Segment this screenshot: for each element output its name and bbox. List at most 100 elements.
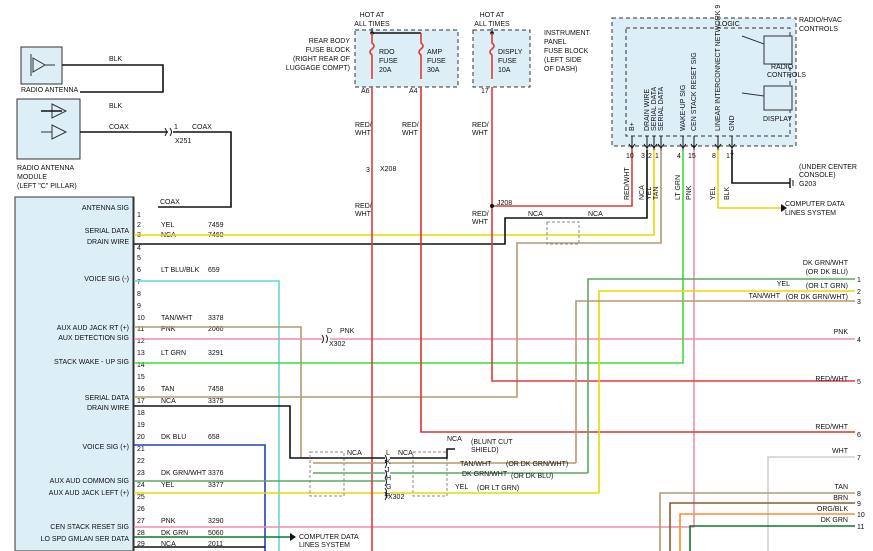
right-pin-number: 11: [857, 524, 864, 531]
x302-or-ltgrn: (OR LT GRN): [477, 485, 519, 492]
rear-title-4: LUGGAGE COMPT): [286, 65, 350, 72]
x302-dkgrnwht: DK GRN/WHT: [462, 471, 508, 478]
x302-yel: YEL: [455, 484, 468, 491]
radio-pin-number: 1: [137, 212, 141, 219]
x302-K: K: [386, 459, 391, 466]
rear-title-1: REAR BODY: [309, 38, 351, 45]
coax-label-2: COAX: [192, 124, 212, 131]
radio-pin-number: 4: [137, 245, 141, 252]
radio-pin-number: 21: [137, 446, 145, 453]
right-4: PNK: [834, 329, 849, 336]
right-connector-pins: 1 2 3 4 5 6 7 8 9 10 11: [857, 277, 865, 531]
hvac-pin-label: SERIAL DATA: [658, 86, 665, 131]
antenna-module-line3: (LEFT "C" PILLAR): [17, 183, 77, 190]
right-6: RED/WHT: [815, 424, 848, 431]
ip-wire-3: RED/: [472, 211, 489, 218]
rdo-wire-3: RED/: [355, 203, 372, 210]
antenna-module-box: [16, 98, 81, 160]
radio-pin-number: 25: [137, 494, 145, 501]
right-2a: YEL: [777, 281, 790, 288]
right-5: RED/WHT: [815, 376, 848, 383]
right-pin-number: 1: [857, 277, 861, 284]
disp-fuse-2: FUSE: [498, 58, 517, 65]
coax-label-1: COAX: [109, 124, 129, 131]
right-9: BRN: [833, 495, 848, 502]
ip-title-4: (LEFT SIDE: [544, 57, 582, 64]
x302-L: L: [386, 450, 390, 457]
radio-pin-color: LT BLU/BLK: [161, 267, 200, 274]
right-pin-number: 8: [857, 491, 861, 498]
radio-pin-circuit: 3378: [208, 315, 224, 322]
radio-pin-number: 26: [137, 506, 145, 513]
hvac-pin-number: 8: [712, 153, 716, 160]
right-3a: TAN/WHT: [749, 293, 781, 300]
ip-title-3: FUSE BLOCK: [544, 48, 589, 55]
hvac-pin-color: LT GRN: [675, 175, 682, 200]
rear-title-3: (RIGHT REAR OF: [293, 56, 350, 63]
amp-fuse-3: 30A: [427, 67, 440, 74]
pin-label-aux-left: AUX AUD JACK LEFT (+): [49, 490, 129, 497]
x302-d: D: [327, 328, 332, 335]
x302-nca-3: NCA: [447, 436, 462, 443]
ip-wire-4: WHT: [472, 219, 489, 226]
radio-pin-number: 22: [137, 458, 145, 465]
rdo-fuse-1: RDO: [379, 49, 395, 56]
hvac-pin-number: 4: [677, 153, 681, 160]
antenna-sig-label: ANTENNA SIG: [82, 205, 129, 212]
radio-pin-number: 16: [137, 386, 145, 393]
rear-hot-2: ALL TIMES: [354, 21, 390, 28]
pin-label-aux-detect: AUX DETECTION SIG: [58, 335, 129, 342]
pin-label-aux-right: AUX AUD JACK RT (+): [57, 325, 129, 332]
hvac-pin-label: LINEAR INTERCONNECT NETWORK 9: [715, 5, 722, 131]
hvac-pin-color: YEL: [710, 187, 717, 200]
hvac-pin-number: 2: [648, 153, 652, 160]
radio-pin-color: PNK: [161, 518, 176, 525]
radio-controls-box: [763, 35, 793, 65]
pin-label-voice-sig-plus: VOICE SIG (+): [83, 444, 129, 451]
hvac-pin-color: PNK: [686, 185, 693, 200]
antenna-module-line2: MODULE: [17, 174, 47, 181]
radio-pin-number: 17: [137, 398, 145, 405]
blunt-cut-2: SHIELD): [471, 447, 499, 454]
ip-title-2: PANEL: [544, 39, 567, 46]
radio-pin-color: NCA: [161, 398, 176, 405]
radio-pin-color: LT GRN: [161, 350, 186, 357]
pin-label-voice-sig-minus: VOICE SIG (-): [84, 276, 129, 283]
pin-label-cen-stack: CEN STACK RESET SIG: [50, 524, 129, 531]
nca-shield-1: NCA: [528, 211, 543, 218]
right-2b: (OR LT GRN): [806, 283, 848, 290]
rdo-wire-4: WHT: [355, 211, 372, 218]
x302-J: J: [386, 467, 390, 474]
radio-computer-data-2: LINES SYSTEM: [299, 542, 350, 549]
hvac-pin-color: BLK: [724, 186, 731, 200]
hvac-pin-number: 3: [641, 153, 645, 160]
display-box: [763, 85, 793, 111]
ground-1: (UNDER CENTER: [799, 164, 857, 171]
hvac-pin-color: RED/WHT: [624, 167, 631, 200]
radio-antenna-label: RADIO ANTENNA: [21, 87, 79, 94]
pin-label-drain-wire-1: DRAIN WIRE: [87, 239, 129, 246]
radio-pin-circuit: 3377: [208, 482, 224, 489]
display-label: DISPLAY: [763, 116, 792, 123]
radio-pin-circuit: 659: [208, 267, 220, 274]
pin-label-stack-wake: STACK WAKE - UP SIG: [54, 359, 129, 366]
rear-hot-1: HOT AT: [360, 12, 385, 19]
radio-pin-number: 6: [137, 267, 141, 274]
radio-pin-number: 15: [137, 374, 145, 381]
pin-a6: A6: [361, 88, 370, 95]
hvac-pin-number: 1: [655, 153, 659, 160]
radio-pin-color: TAN/WHT: [161, 315, 193, 322]
hvac-pin-label: DRAIN WIRE: [644, 89, 651, 131]
wire-blk-2: BLK: [109, 103, 123, 110]
radio-pin-number: 23: [137, 470, 145, 477]
ip-title-1: INSTRUMENT: [544, 30, 591, 37]
radio-pin-number: 27: [137, 518, 145, 525]
hvac-pin-label: CEN STACK RESET SIG: [691, 52, 698, 131]
x208-label: X208: [380, 166, 396, 173]
ip-hot-1: HOT AT: [480, 12, 505, 19]
x302-tanwht: TAN/WHT: [460, 461, 492, 468]
radio-pin-number: 8: [137, 291, 141, 298]
radio-pin-circuit: 7458: [208, 386, 224, 393]
x302-nca-1: NCA: [347, 450, 362, 457]
radio-pin-number: 24: [137, 482, 145, 489]
